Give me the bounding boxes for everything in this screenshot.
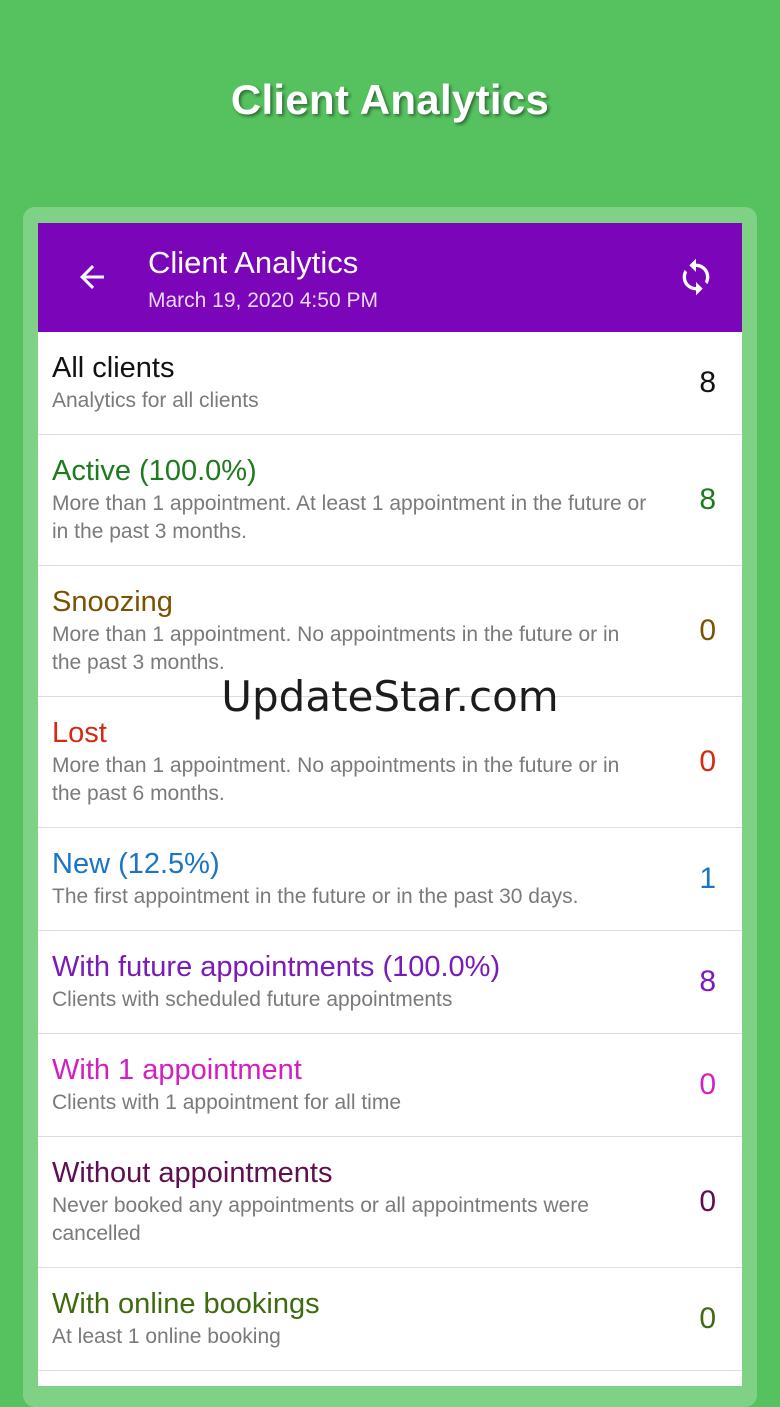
analytics-row[interactable]: Without appointments Never booked any app…: [38, 1137, 742, 1268]
promo-title: Client Analytics: [230, 76, 550, 123]
app-screen: Client Analytics March 19, 2020 4:50 PM …: [38, 223, 742, 1386]
row-title: All clients: [52, 352, 175, 384]
analytics-row[interactable]: Snoozing More than 1 appointment. No appo…: [38, 566, 742, 697]
analytics-row[interactable]: Active (100.0%) More than 1 appointment. …: [38, 435, 742, 566]
row-description: Analytics for all clients: [52, 389, 259, 412]
row-title: With 1 appointment: [52, 1054, 302, 1086]
row-title: With online bookings: [52, 1288, 320, 1320]
app-bar: Client Analytics March 19, 2020 4:50 PM: [38, 223, 742, 332]
arrow-back-icon: [80, 265, 104, 289]
app-bar-title: Client Analytics: [148, 245, 359, 280]
row-title: Snoozing: [52, 586, 173, 618]
row-description: The first appointment in the future or i…: [52, 885, 579, 908]
row-count: 1: [699, 862, 716, 895]
row-count: 0: [699, 1185, 716, 1218]
analytics-list: All clients Analytics for all clients 8 Act…: [38, 332, 742, 1371]
row-count: 0: [699, 614, 716, 647]
analytics-row[interactable]: With future appointments (100.0%) Clients…: [38, 931, 742, 1034]
app-bar-subtitle: March 19, 2020 4:50 PM: [148, 289, 378, 312]
row-title: Without appointments: [52, 1157, 333, 1189]
row-count: 8: [699, 965, 716, 998]
row-title: Lost: [52, 717, 107, 749]
row-count: 0: [699, 1068, 716, 1101]
row-description: More than 1 appointment. No appointments…: [52, 623, 620, 674]
row-count: 8: [699, 366, 716, 399]
row-count: 8: [699, 483, 716, 516]
back-button[interactable]: [68, 253, 116, 301]
row-description: More than 1 appointment. At least 1 appo…: [52, 492, 647, 543]
row-description: Never booked any appointments or all app…: [52, 1194, 589, 1245]
analytics-row[interactable]: With 1 appointment Clients with 1 appoint…: [38, 1034, 742, 1137]
row-title: With future appointments (100.0%): [52, 951, 501, 983]
refresh-icon: [682, 258, 710, 296]
row-description: More than 1 appointment. No appointments…: [52, 754, 620, 805]
analytics-row[interactable]: New (12.5%) The first appointment in the …: [38, 828, 742, 931]
row-count: 0: [699, 1302, 716, 1335]
row-count: 0: [699, 745, 716, 778]
row-description: Clients with scheduled future appointmen…: [52, 988, 453, 1011]
analytics-row[interactable]: Lost More than 1 appointment. No appointm…: [38, 697, 742, 828]
row-description: At least 1 online booking: [52, 1325, 281, 1348]
refresh-button[interactable]: [672, 253, 720, 301]
row-title: Active (100.0%): [52, 455, 257, 487]
row-title: New (12.5%): [52, 848, 220, 880]
analytics-row[interactable]: With online bookings At least 1 online bo…: [38, 1268, 742, 1371]
analytics-row[interactable]: All clients Analytics for all clients 8: [38, 332, 742, 435]
row-description: Clients with 1 appointment for all time: [52, 1091, 401, 1114]
